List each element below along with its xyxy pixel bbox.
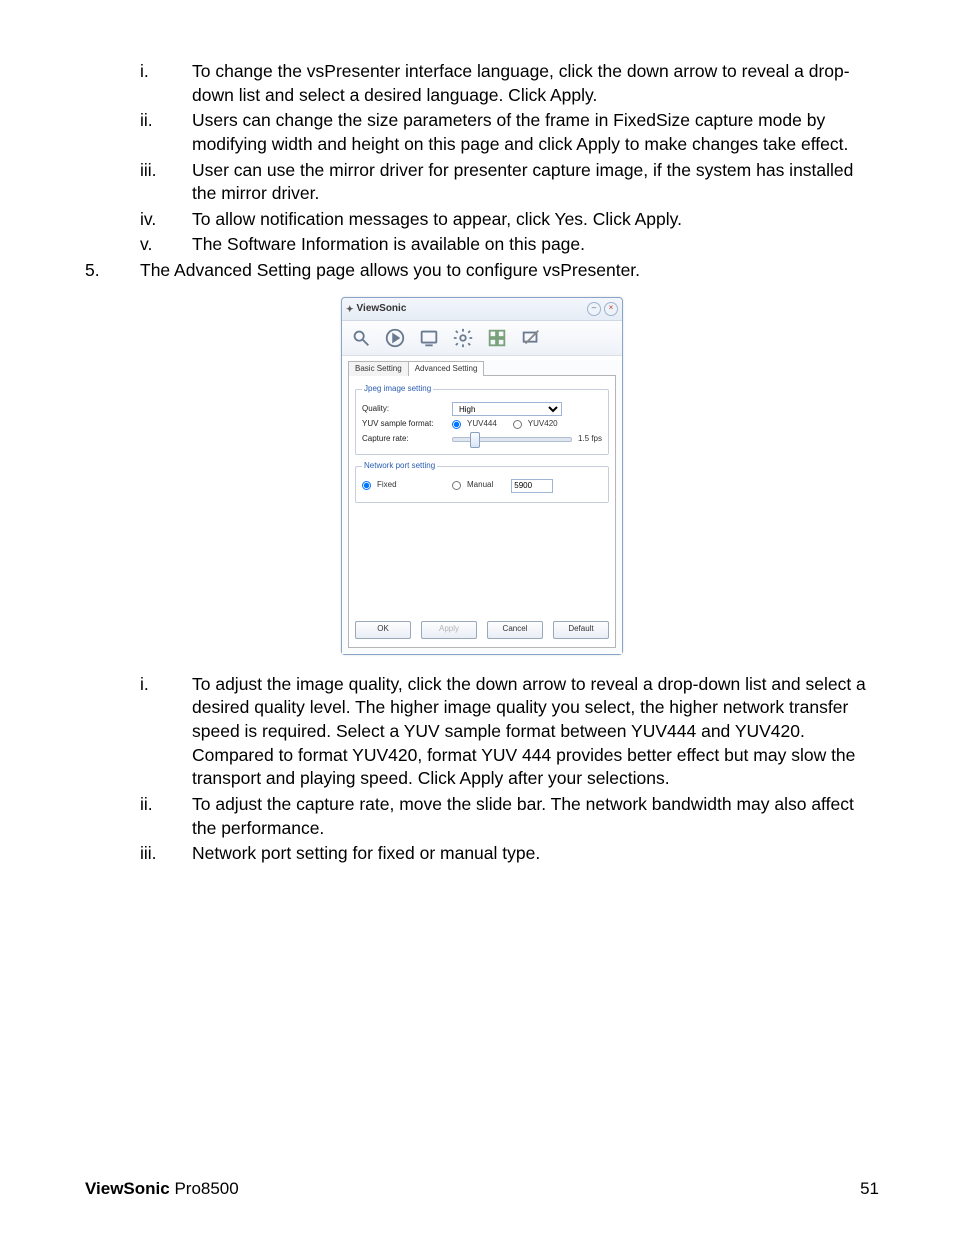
tab-advanced-setting[interactable]: Advanced Setting <box>408 361 485 377</box>
capture-rate-value: 1.5 fps <box>578 434 602 445</box>
quality-label: Quality: <box>362 404 452 415</box>
yuv-label: YUV sample format: <box>362 419 452 430</box>
settings-gear-icon[interactable] <box>450 327 476 349</box>
titlebar: ✦ ViewSonic – × <box>342 298 622 321</box>
minimize-button[interactable]: – <box>587 302 601 316</box>
list-item: i.To change the vsPresenter interface la… <box>140 60 879 107</box>
default-button[interactable]: Default <box>553 621 609 639</box>
ok-button[interactable]: OK <box>355 621 411 639</box>
toolbar <box>342 321 622 356</box>
viewsonic-logo-icon: ✦ <box>346 303 354 315</box>
capture-rate-label: Capture rate: <box>362 434 452 445</box>
viewsonic-settings-dialog: ✦ ViewSonic – × <box>341 297 623 655</box>
outer-list: 5. The Advanced Setting page allows you … <box>85 259 879 283</box>
port-manual-radio[interactable]: Manual <box>452 480 493 491</box>
page-number: 51 <box>860 1178 879 1201</box>
list-item: i.To adjust the image quality, click the… <box>140 673 879 791</box>
stop-icon[interactable] <box>518 327 544 349</box>
network-port-setting-group: Network port setting Fixed Manual <box>355 461 609 503</box>
capture-region-icon[interactable] <box>416 327 442 349</box>
list-item: v.The Software Information is available … <box>140 233 879 257</box>
capture-rate-slider[interactable] <box>452 433 572 445</box>
port-input[interactable] <box>511 479 553 493</box>
advanced-setting-panel: Jpeg image setting Quality: High YUV sam… <box>348 375 616 647</box>
footer-brand: ViewSonic Pro8500 <box>85 1178 239 1201</box>
list-item: iv.To allow notification messages to app… <box>140 208 879 232</box>
settings-tabs: Basic Setting Advanced Setting <box>348 360 616 376</box>
grid-layout-icon[interactable] <box>484 327 510 349</box>
yuv420-radio[interactable]: YUV420 <box>513 419 558 430</box>
list-item-5: 5. The Advanced Setting page allows you … <box>85 259 879 283</box>
yuv444-radio[interactable]: YUV444 <box>452 419 497 430</box>
cancel-button[interactable]: Cancel <box>487 621 543 639</box>
search-device-icon[interactable] <box>348 327 374 349</box>
quality-select[interactable]: High <box>452 402 562 416</box>
close-button[interactable]: × <box>604 302 618 316</box>
list-item: iii.Network port setting for fixed or ma… <box>140 842 879 866</box>
play-icon[interactable] <box>382 327 408 349</box>
list-item: iii.User can use the mirror driver for p… <box>140 159 879 206</box>
window-title: ViewSonic <box>357 302 407 316</box>
port-fixed-radio[interactable]: Fixed <box>362 480 452 491</box>
apply-button[interactable]: Apply <box>421 621 477 639</box>
jpeg-image-setting-group: Jpeg image setting Quality: High YUV sam… <box>355 384 609 455</box>
top-roman-list: i.To change the vsPresenter interface la… <box>140 60 879 257</box>
tab-basic-setting[interactable]: Basic Setting <box>348 361 409 377</box>
list-item: ii.Users can change the size parameters … <box>140 109 879 156</box>
list-item: ii.To adjust the capture rate, move the … <box>140 793 879 840</box>
bottom-roman-list: i.To adjust the image quality, click the… <box>140 673 879 866</box>
page-footer: ViewSonic Pro8500 51 <box>85 1178 879 1201</box>
